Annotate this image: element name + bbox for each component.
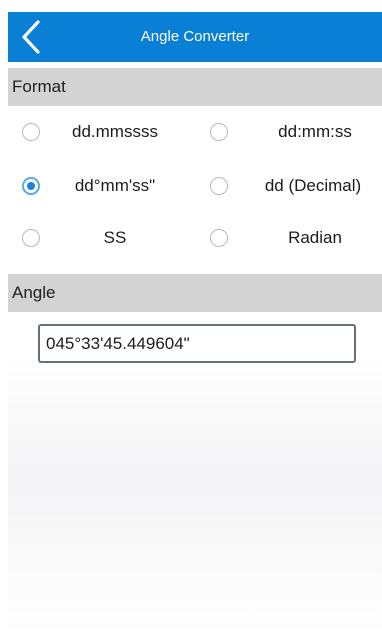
format-option-decimal[interactable]: dd (Decimal) <box>196 168 382 204</box>
radio-button[interactable] <box>210 229 228 247</box>
format-option-dd-mmssss[interactable]: dd.mmssss <box>8 114 196 150</box>
format-option-dd-mm-ss[interactable]: dd:mm:ss <box>196 114 382 150</box>
radio-button[interactable] <box>210 177 228 195</box>
angle-converter-screen: Angle Converter Format dd.mmssss dd:mm:s… <box>8 12 382 634</box>
page-title: Angle Converter <box>140 28 250 45</box>
format-option-radian[interactable]: Radian <box>196 220 382 256</box>
chevron-left-icon <box>22 20 40 54</box>
format-option-label: SS <box>103 228 127 247</box>
format-option-label: dd.mmssss <box>72 122 158 141</box>
radio-button-checked[interactable] <box>22 177 40 195</box>
format-option-label: dd:mm:ss <box>278 122 352 141</box>
back-button[interactable] <box>14 16 50 58</box>
format-option-dms[interactable]: dd°mm'ss" <box>8 168 196 204</box>
screen-edge <box>0 0 8 634</box>
format-option-label: Radian <box>288 228 342 247</box>
format-option-label: dd (Decimal) <box>264 176 362 195</box>
radio-button[interactable] <box>22 123 40 141</box>
format-option-label: dd°mm'ss" <box>74 176 156 195</box>
radio-button[interactable] <box>210 123 228 141</box>
radio-button[interactable] <box>22 229 40 247</box>
format-option-ss[interactable]: SS <box>8 220 196 256</box>
angle-input[interactable] <box>38 324 356 363</box>
app-header: Angle Converter <box>8 12 382 62</box>
format-section-header: Format <box>8 68 382 106</box>
angle-section-header: Angle <box>8 274 382 312</box>
